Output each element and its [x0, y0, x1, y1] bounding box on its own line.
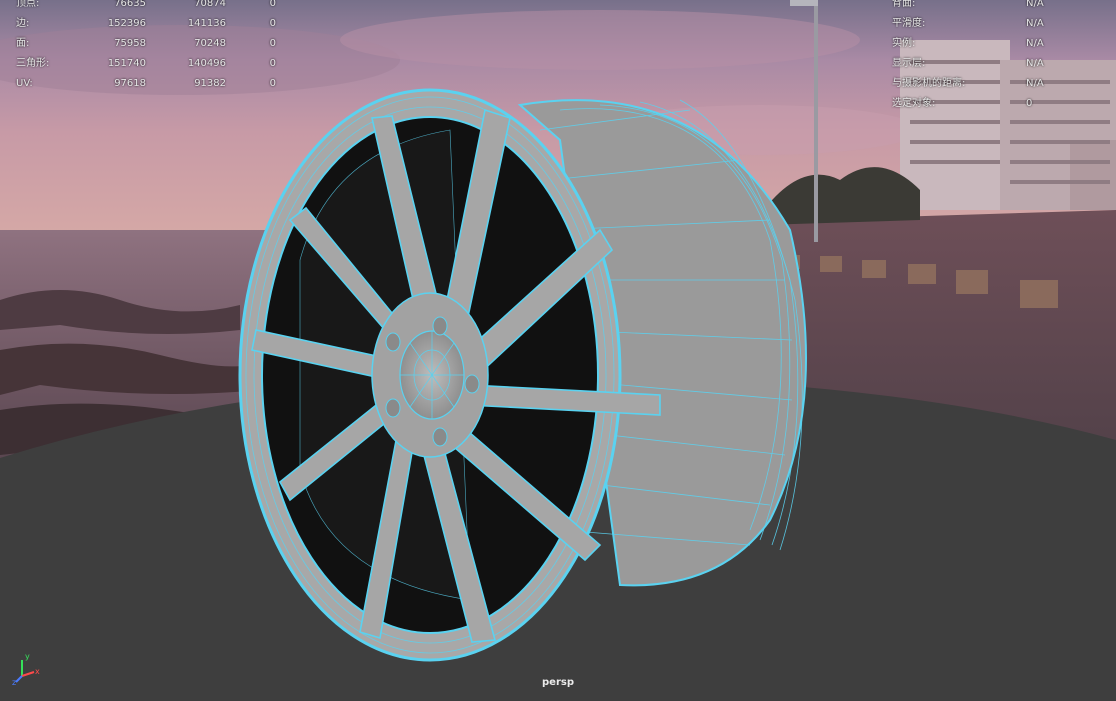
hud-value: 152396	[107, 18, 146, 29]
bollard	[1020, 280, 1058, 308]
hud-label: 边:	[16, 18, 30, 29]
bollard	[908, 264, 936, 284]
hud-row-backfaces: 背面: N/A	[892, 0, 1086, 14]
hud-row-smoothness: 平滑度: N/A	[892, 14, 1086, 34]
x-axis-label: x	[35, 667, 40, 676]
bollard	[820, 256, 842, 272]
hud-value: 0	[269, 38, 276, 49]
hud-label: 顶点:	[16, 0, 40, 9]
hud-value: 0	[269, 18, 276, 29]
hud-row-faces: 面: 75958 70248 0	[16, 34, 276, 54]
hud-label: 三角形:	[16, 58, 50, 69]
hud-value: 97618	[114, 78, 146, 89]
poly-count-hud: 顶点: 76635 70874 0 边: 152396 141136 0 面: …	[16, 0, 276, 94]
hud-label: 实例:	[892, 38, 916, 49]
hud-row-instance: 实例: N/A	[892, 34, 1086, 54]
hud-row-vertices: 顶点: 76635 70874 0	[16, 0, 276, 14]
hud-value: 0	[1026, 98, 1033, 109]
hud-label: 平滑度:	[892, 18, 926, 29]
maya-viewport[interactable]: 顶点: 76635 70874 0 边: 152396 141136 0 面: …	[0, 0, 1116, 701]
hud-row-uvs: UV: 97618 91382 0	[16, 74, 276, 94]
hud-value: 75958	[114, 38, 146, 49]
y-axis-label: y	[25, 652, 30, 661]
hud-label: 与摄影机的距离:	[892, 78, 966, 89]
cloud	[340, 10, 860, 70]
camera-name-label: persp	[542, 677, 574, 688]
hud-value: 76635	[114, 0, 146, 9]
hud-value: 0	[269, 58, 276, 69]
hud-value: 141136	[187, 18, 226, 29]
z-axis-line	[15, 675, 23, 683]
hud-label: UV:	[16, 78, 33, 89]
hud-row-display-layer: 显示层: N/A	[892, 54, 1086, 74]
bollard	[956, 270, 988, 294]
hud-label: 面:	[16, 38, 30, 49]
axis-gizmo-icon: y x z	[12, 652, 40, 686]
hud-value: N/A	[1026, 18, 1044, 29]
hud-value: 0	[269, 78, 276, 89]
hud-value: 91382	[194, 78, 226, 89]
x-axis-line	[21, 671, 35, 677]
hud-value: N/A	[1026, 58, 1044, 69]
hud-label: 显示层:	[892, 58, 926, 69]
bollard	[862, 260, 886, 278]
hud-value: 140496	[187, 58, 226, 69]
hud-row-edges: 边: 152396 141136 0	[16, 14, 276, 34]
hud-value: N/A	[1026, 0, 1044, 9]
hud-value: N/A	[1026, 38, 1044, 49]
hud-value: 70248	[194, 38, 226, 49]
z-axis-label: z	[12, 678, 16, 686]
hud-row-triangles: 三角形: 151740 140496 0	[16, 54, 276, 74]
hud-row-selected-objects: 选定对象: 0	[892, 94, 1086, 114]
object-details-hud: 背面: N/A 平滑度: N/A 实例: N/A 显示层: N/A 与摄影机的距…	[892, 0, 1086, 114]
building	[1070, 140, 1116, 210]
lamp-head	[790, 0, 818, 6]
hud-value: 70874	[194, 0, 226, 9]
hud-label: 背面:	[892, 0, 916, 9]
hud-value: 151740	[107, 58, 146, 69]
hud-value: N/A	[1026, 78, 1044, 89]
hud-row-camera-distance: 与摄影机的距离: N/A	[892, 74, 1086, 94]
hud-label: 选定对象:	[892, 98, 936, 109]
hud-value: 0	[269, 0, 276, 9]
lamp-post	[814, 2, 818, 242]
